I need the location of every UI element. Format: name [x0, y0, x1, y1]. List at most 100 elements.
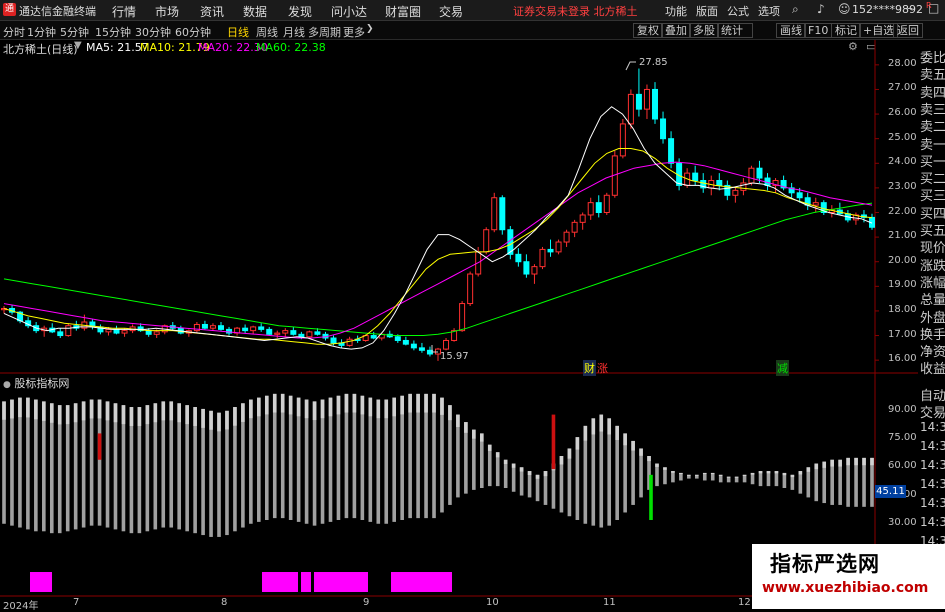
oscillator-bar-cap: [766, 471, 771, 474]
price-tick-label: 26.00: [888, 107, 917, 119]
quote-panel-item[interactable]: 卖四: [920, 82, 945, 101]
candle-body: [483, 229, 490, 253]
period-multi[interactable]: 多周期: [308, 24, 341, 40]
menu-wealth-circle[interactable]: 财富圈: [385, 3, 421, 20]
oscillator-bar-cap: [201, 408, 205, 428]
oscillator-bar-cap: [10, 399, 14, 419]
oscillator-bar: [97, 399, 102, 526]
quote-panel-item[interactable]: 净资: [920, 341, 945, 360]
oscillator-bar-cap: [495, 452, 500, 458]
quote-panel-item[interactable]: 现价: [920, 237, 945, 256]
oscillator-bar-cap: [89, 399, 94, 419]
kline-chart[interactable]: [0, 40, 918, 597]
menu-news[interactable]: 资讯: [200, 3, 224, 20]
minimize-icon[interactable]: –: [907, 1, 913, 15]
quote-panel-item[interactable]: 委比: [920, 47, 945, 66]
oscillator-red-bar: [97, 433, 102, 460]
oscillator-title: 股标指标网: [14, 377, 70, 390]
button-overlay[interactable]: 叠加: [661, 23, 691, 38]
button-mark[interactable]: 标记: [831, 23, 861, 38]
menu-market[interactable]: 市场: [155, 3, 179, 20]
oscillator-bar-cap: [81, 401, 86, 421]
candle-body: [732, 189, 739, 196]
menu-assistant[interactable]: 问小达: [331, 3, 367, 20]
event-marker-finance[interactable]: 财: [583, 360, 596, 376]
button-back[interactable]: 返回: [893, 23, 923, 38]
date-label-oct: 10: [486, 597, 499, 608]
period-daily[interactable]: 日线: [227, 24, 249, 40]
candle-body: [716, 180, 723, 186]
event-marker-rise[interactable]: 涨: [597, 360, 608, 376]
period-more[interactable]: 更多: [343, 24, 365, 40]
period-weekly[interactable]: 周线: [256, 24, 278, 40]
period-5min[interactable]: 5分钟: [60, 24, 89, 40]
oscillator-bar-cap: [328, 397, 333, 417]
oscillator-bar-cap: [400, 395, 404, 415]
oscillator-bar-cap: [264, 395, 269, 415]
button-draw[interactable]: 画线: [776, 23, 806, 38]
menu-quotes[interactable]: 行情: [112, 3, 136, 20]
oscillator-bar-cap: [527, 471, 532, 476]
button-f10[interactable]: F10: [804, 23, 833, 38]
magenta-segment: [301, 572, 311, 592]
price-tick-label: 20.00: [888, 254, 917, 266]
oscillator-bar-cap: [177, 403, 181, 423]
quote-panel-item[interactable]: 买三: [920, 185, 945, 204]
candle-body: [467, 273, 474, 305]
oscillator-bar-cap: [862, 457, 866, 466]
oscillator-bar-cap: [448, 405, 452, 421]
quote-panel-item[interactable]: 收益: [920, 358, 945, 377]
more-chevron-icon[interactable]: ❯: [366, 24, 374, 34]
user-icon[interactable]: ☺: [838, 2, 851, 16]
bell-icon[interactable]: ♪: [817, 2, 825, 16]
quote-panel-item[interactable]: 买二: [920, 168, 945, 187]
quote-panel-item[interactable]: 卖三: [920, 99, 945, 118]
candle-body: [330, 337, 337, 344]
high-price-marker: [625, 61, 636, 71]
menu-data[interactable]: 数据: [243, 3, 267, 20]
menu-trade[interactable]: 交易: [439, 3, 463, 20]
period-timeshare[interactable]: 分时: [3, 24, 25, 40]
period-15min[interactable]: 15分钟: [95, 24, 131, 40]
oscillator-bar-cap: [49, 403, 54, 423]
ma5-line: [3, 106, 873, 350]
period-60min[interactable]: 60分钟: [175, 24, 211, 40]
oscillator-bar-cap: [432, 393, 436, 413]
quote-panel-item[interactable]: 卖二: [920, 116, 945, 135]
candle-body: [250, 326, 257, 332]
oscillator-bar-cap: [750, 472, 755, 475]
oscillator-green-bar: [649, 474, 653, 520]
quote-panel-item[interactable]: 涨跌: [920, 255, 945, 274]
trade-time: 14:38: [920, 477, 945, 491]
quote-panel-item[interactable]: 涨幅: [920, 272, 945, 291]
period-1min[interactable]: 1分钟: [27, 24, 56, 40]
oscillator-bar-cap: [679, 472, 683, 475]
menu-function[interactable]: 功能: [665, 3, 687, 19]
menu-discover[interactable]: 发现: [288, 3, 312, 20]
quote-panel-item[interactable]: 买一: [920, 151, 945, 170]
menu-options[interactable]: 选项: [758, 3, 780, 19]
quote-panel-item[interactable]: 买四: [920, 203, 945, 222]
oscillator-dropdown-icon[interactable]: ●: [3, 380, 11, 390]
oscillator-bar: [193, 407, 197, 534]
oscillator-bar-cap: [185, 405, 189, 425]
quote-panel-item[interactable]: 卖五: [920, 64, 945, 83]
login-notice[interactable]: 证券交易未登录 北方稀土: [513, 3, 638, 19]
search-icon[interactable]: ⌕: [792, 2, 799, 17]
event-marker-reduce[interactable]: 减: [776, 360, 789, 376]
button-adjust[interactable]: 复权: [633, 23, 663, 38]
quote-panel-item[interactable]: 外盘: [920, 307, 945, 326]
oscillator-bar-cap: [424, 393, 428, 413]
quote-panel-item[interactable]: 买五: [920, 220, 945, 239]
period-monthly[interactable]: 月线: [283, 24, 305, 40]
button-stats[interactable]: 统计: [717, 23, 753, 38]
quote-panel-item[interactable]: 换手: [920, 324, 945, 343]
quote-panel-item[interactable]: 卖一: [920, 134, 945, 153]
menu-formula[interactable]: 公式: [727, 3, 749, 19]
period-30min[interactable]: 30分钟: [135, 24, 171, 40]
menu-layout[interactable]: 版面: [696, 3, 718, 19]
price-tick-label: 27.00: [888, 82, 917, 94]
trade-panel-item[interactable]: 交易: [920, 402, 945, 421]
quote-panel-item[interactable]: 总量: [920, 289, 945, 308]
button-multistock[interactable]: 多股: [689, 23, 719, 38]
